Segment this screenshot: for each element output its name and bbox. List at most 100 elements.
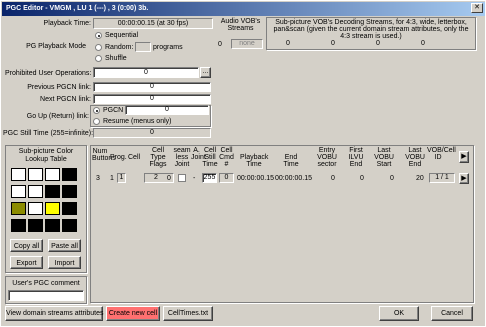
radio-sequential[interactable]	[95, 32, 102, 39]
clut-color-swatch[interactable]	[11, 219, 26, 232]
row-cell-field[interactable]: 1	[117, 173, 126, 183]
next-pgcn-value: 0	[150, 95, 154, 102]
cancel-button[interactable]: Cancel	[431, 306, 473, 321]
pgcn-label: PGCN	[103, 107, 124, 114]
resume-label: Resume (menus only)	[103, 118, 172, 125]
sequential-label: Sequential	[105, 32, 139, 39]
clut-label: Sub-picture Color Lookup Table	[18, 148, 74, 163]
radio-pgcn[interactable]	[93, 107, 100, 114]
view-attributes-button[interactable]: View domain streams attributes	[5, 306, 104, 321]
export-button[interactable]: Export	[10, 256, 43, 269]
header-seamless-joint: seam less Joint	[173, 147, 191, 168]
prev-pgcn-value: 0	[150, 83, 154, 90]
clut-color-swatch[interactable]	[28, 219, 43, 232]
paste-all-button[interactable]: Paste all	[48, 239, 81, 252]
create-new-cell-button[interactable]: Create new cell	[106, 306, 160, 321]
goup-pgcn-field[interactable]: 0	[125, 105, 209, 115]
subpic-stream-2[interactable]: 0	[331, 40, 335, 47]
still-field[interactable]: 0	[93, 128, 211, 138]
goup-label: Go Up (Return) link:	[26, 113, 89, 120]
audio-num: 0	[218, 41, 222, 48]
row-scroll-right-icon[interactable]: ▶	[459, 173, 469, 184]
cells-table	[90, 145, 474, 303]
prohibited-label: Prohibited User Operations:	[5, 70, 92, 77]
subpic-stream-3[interactable]: 0	[376, 40, 380, 47]
row-flags-suffix: 0	[167, 175, 171, 182]
clut-grid	[11, 168, 79, 236]
prev-pgcn-field[interactable]: 0	[93, 82, 211, 92]
next-pgcn-field[interactable]: 0	[93, 94, 211, 104]
clut-color-swatch[interactable]	[11, 185, 26, 198]
header-first-ilvu: First ILVU End	[348, 147, 364, 168]
playback-time-value: 00:00:00.15 (at 30 fps)	[117, 20, 189, 27]
random-label: Random:	[105, 44, 134, 51]
row-cell-value: 1	[119, 174, 124, 181]
still-label: PGC Still Time (255=infinite):	[3, 130, 94, 137]
clut-color-swatch[interactable]	[28, 185, 43, 198]
clut-color-swatch[interactable]	[62, 168, 77, 181]
clut-color-swatch[interactable]	[45, 219, 60, 232]
comment-input[interactable]	[8, 290, 84, 301]
clut-color-swatch[interactable]	[28, 202, 43, 215]
header-entry-vobu: Entry VOBU sector	[317, 147, 337, 168]
header-cell-cmd: Cell Cmd #	[219, 147, 234, 168]
pg-mode-label: PG Playback Mode	[26, 43, 86, 50]
row-a-joint-value: -	[193, 175, 196, 182]
audio-streams-value: none	[239, 40, 255, 47]
clut-color-swatch[interactable]	[45, 168, 60, 181]
prev-pgcn-label: Previous PGCN link:	[27, 84, 91, 91]
header-cell: Cell	[128, 154, 141, 161]
row-seamless-checkbox[interactable]	[178, 174, 186, 182]
title-bar[interactable]: PGC Editor - VMGM , LU 1 (---) , 3 (0:00…	[2, 2, 485, 16]
copy-all-button[interactable]: Copy all	[10, 239, 43, 252]
clut-color-swatch[interactable]	[28, 168, 43, 181]
ok-button[interactable]: OK	[379, 306, 419, 321]
goup-pgcn-value: 0	[165, 106, 169, 113]
row-buttons-value: 3	[96, 175, 100, 182]
row-cmd-field[interactable]: 0	[219, 173, 234, 183]
header-last-vobu-end: Last VOBU End	[405, 147, 425, 168]
window-title: PGC Editor - VMGM , LU 1 (---) , 3 (0:00…	[6, 5, 149, 12]
clut-color-swatch[interactable]	[45, 202, 60, 215]
clut-color-swatch[interactable]	[11, 168, 26, 181]
clut-color-swatch[interactable]	[62, 219, 77, 232]
next-pgcn-label: Next PGCN link:	[40, 96, 91, 103]
programs-label: programs	[153, 44, 183, 51]
radio-resume[interactable]	[93, 118, 100, 125]
header-scroll-right-icon[interactable]: ▶	[459, 151, 469, 163]
header-end-time: End Time	[283, 154, 299, 168]
radio-shuffle[interactable]	[95, 55, 102, 62]
celltimes-button[interactable]: CellTimes.txt	[163, 306, 213, 321]
row-cmd-value: 0	[224, 174, 229, 181]
clut-color-swatch[interactable]	[45, 185, 60, 198]
prohibited-field[interactable]: 0	[93, 67, 199, 78]
audio-label: Audio VOB's Streams	[220, 18, 261, 32]
header-prog: Prog.	[110, 154, 127, 161]
audio-streams-field[interactable]: none	[231, 39, 263, 49]
header-vob-cell-id: VOB/Cell ID	[427, 147, 456, 161]
row-first-ilvu-value: 0	[360, 175, 364, 182]
subpic-stream-4[interactable]: 0	[421, 40, 425, 47]
pgc-editor-window: PGC Editor - VMGM , LU 1 (---) , 3 (0:00…	[0, 0, 486, 327]
row-still-field[interactable]: 255	[202, 173, 217, 183]
header-last-vobu-start: Last VOBU Start	[374, 147, 394, 168]
row-vob-cell-value: 1 / 1	[435, 174, 449, 181]
subpic-stream-1[interactable]: 0	[286, 40, 290, 47]
row-last-start-value: 0	[390, 175, 394, 182]
header-num-buttons: Num Buttons	[92, 148, 116, 162]
row-vob-cell-field[interactable]: 1 / 1	[429, 173, 455, 183]
header-a-joint: A. Joint	[191, 147, 206, 161]
import-button[interactable]: Import	[48, 256, 81, 269]
clut-color-swatch[interactable]	[62, 202, 77, 215]
clut-color-swatch[interactable]	[62, 185, 77, 198]
prohibited-browse-button[interactable]: ...	[200, 67, 211, 78]
random-programs-input[interactable]	[135, 42, 151, 52]
close-button[interactable]: ✕	[471, 3, 483, 13]
row-flags-value: 2	[154, 174, 158, 181]
clut-color-swatch[interactable]	[11, 202, 26, 215]
shuffle-label: Shuffle	[105, 55, 127, 62]
radio-random[interactable]	[95, 44, 102, 51]
playback-time-field: 00:00:00.15 (at 30 fps)	[93, 18, 213, 29]
row-prog-value: 1	[110, 175, 114, 182]
playback-time-label: Playback Time:	[43, 20, 91, 27]
